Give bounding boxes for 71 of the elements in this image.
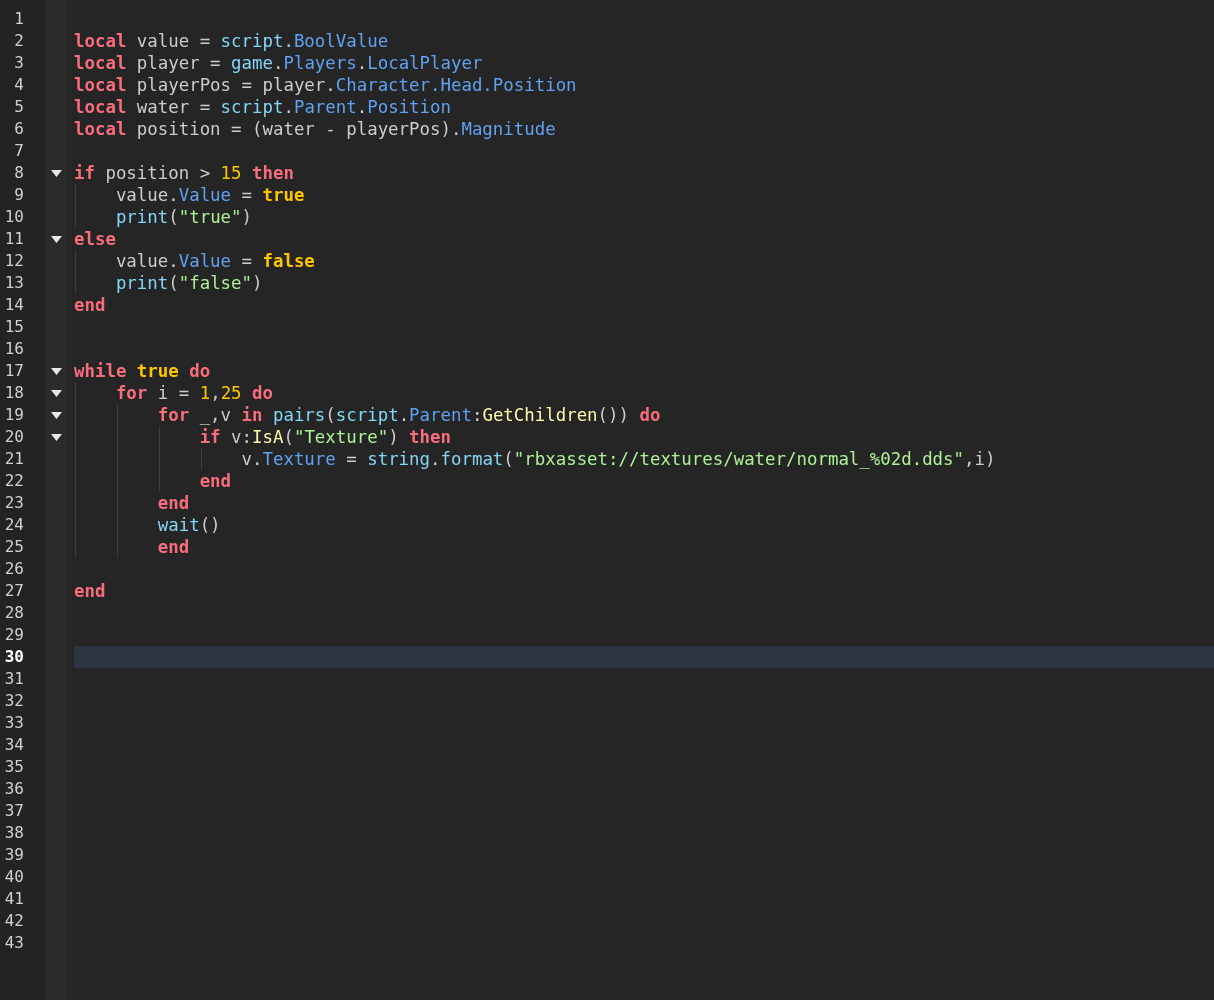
line-number: 24 bbox=[4, 514, 24, 536]
code-line: end bbox=[74, 294, 106, 316]
code-line: wait() bbox=[156, 514, 221, 536]
line-number: 7 bbox=[14, 140, 24, 162]
fold-arrow-icon[interactable] bbox=[50, 433, 62, 441]
code-line: value.Value = true bbox=[114, 184, 305, 206]
line-number: 9 bbox=[14, 184, 24, 206]
code-line: local player = game.Players.LocalPlayer bbox=[74, 52, 483, 74]
code-line: local playerPos = player.Character.Head.Position bbox=[74, 74, 577, 96]
code-line: end bbox=[156, 492, 190, 514]
line-number: 33 bbox=[4, 712, 24, 734]
line-number: 15 bbox=[4, 316, 24, 338]
line-number: 37 bbox=[4, 800, 24, 822]
line-number: 18 bbox=[4, 382, 24, 404]
line-number: 29 bbox=[4, 624, 24, 646]
line-number: 16 bbox=[4, 338, 24, 360]
line-number: 8 bbox=[14, 162, 24, 184]
line-number: 14 bbox=[4, 294, 24, 316]
line-number: 41 bbox=[4, 888, 24, 910]
line-number: 40 bbox=[4, 866, 24, 888]
line-number: 22 bbox=[4, 470, 24, 492]
line-number: 2 bbox=[14, 30, 24, 52]
line-number: 31 bbox=[4, 668, 24, 690]
line-number: 13 bbox=[4, 272, 24, 294]
line-number: 19 bbox=[4, 404, 24, 426]
code-line: v.Texture = string.format("rbxasset://textures/water/normal_%02d.dds",i) bbox=[240, 448, 996, 470]
fold-arrow-icon[interactable] bbox=[50, 411, 62, 419]
line-number: 34 bbox=[4, 734, 24, 756]
line-number: 5 bbox=[14, 96, 24, 118]
line-number: 25 bbox=[4, 536, 24, 558]
code-line: print("false") bbox=[114, 272, 263, 294]
code-line: local value = script.BoolValue bbox=[74, 30, 389, 52]
line-number: 30 bbox=[4, 646, 24, 668]
line-number: 12 bbox=[4, 250, 24, 272]
fold-arrow-icon[interactable] bbox=[50, 367, 62, 375]
code-line: for i = 1,25 do bbox=[114, 382, 273, 404]
line-number: 20 bbox=[4, 426, 24, 448]
code-line: local position = (water - playerPos).Magnitude bbox=[74, 118, 556, 140]
line-number: 35 bbox=[4, 756, 24, 778]
line-number: 10 bbox=[4, 206, 24, 228]
code-line: if position > 15 then bbox=[74, 162, 294, 184]
code-line: while true do bbox=[74, 360, 211, 382]
code-line: if v:IsA("Texture") then bbox=[198, 426, 451, 448]
code-line: print("true") bbox=[114, 206, 253, 228]
fold-arrow-icon[interactable] bbox=[50, 235, 62, 243]
line-number: 38 bbox=[4, 822, 24, 844]
line-number: 11 bbox=[4, 228, 24, 250]
fold-arrow-icon[interactable] bbox=[50, 169, 62, 177]
line-number: 36 bbox=[4, 778, 24, 800]
line-number: 23 bbox=[4, 492, 24, 514]
line-number: 6 bbox=[14, 118, 24, 140]
fold-arrow-icon[interactable] bbox=[50, 389, 62, 397]
line-number: 27 bbox=[4, 580, 24, 602]
line-number: 17 bbox=[4, 360, 24, 382]
line-number: 4 bbox=[14, 74, 24, 96]
line-number: 39 bbox=[4, 844, 24, 866]
code-line: local water = script.Parent.Position bbox=[74, 96, 451, 118]
line-number: 26 bbox=[4, 558, 24, 580]
line-number: 42 bbox=[4, 910, 24, 932]
line-number: 21 bbox=[4, 448, 24, 470]
line-number: 1 bbox=[14, 8, 24, 30]
line-number: 32 bbox=[4, 690, 24, 712]
code-line: for _,v in pairs(script.Parent:GetChildren()) do bbox=[156, 404, 661, 426]
code-line: end bbox=[156, 536, 190, 558]
line-number: 28 bbox=[4, 602, 24, 624]
line-number: 3 bbox=[14, 52, 24, 74]
code-line: end bbox=[198, 470, 232, 492]
code-line: else bbox=[74, 228, 116, 250]
line-number: 43 bbox=[4, 932, 24, 954]
code-line: value.Value = false bbox=[114, 250, 315, 272]
code-line: end bbox=[74, 580, 106, 602]
